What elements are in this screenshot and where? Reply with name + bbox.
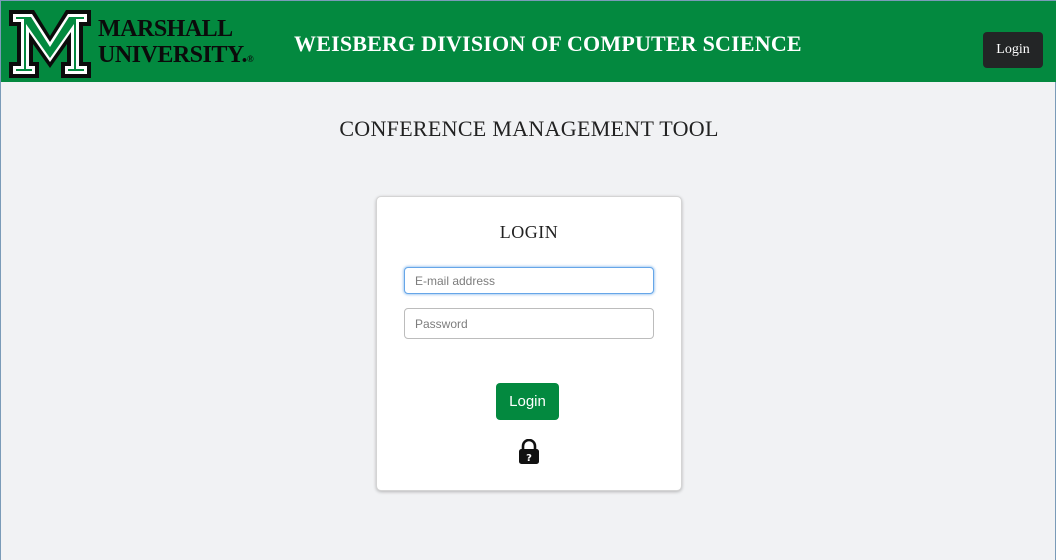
page-title: CONFERENCE MANAGEMENT TOOL: [339, 116, 719, 141]
lock-question-icon[interactable]: ?: [518, 438, 540, 465]
login-card-title: LOGIN: [499, 222, 559, 242]
login-submit-button[interactable]: Login: [496, 383, 559, 420]
svg-text:?: ?: [526, 453, 532, 464]
email-field[interactable]: [404, 267, 654, 294]
header-login-button[interactable]: Login: [983, 32, 1043, 68]
header-bar: MARSHALL UNIVERSITY.® WEISBERG DIVISION …: [1, 0, 1056, 82]
marshall-logo: MARSHALL UNIVERSITY.®: [9, 10, 254, 78]
registered-mark: ®: [247, 54, 254, 64]
m-logo-icon: [9, 10, 91, 78]
department-title: WEISBERG DIVISION OF COMPUTER SCIENCE: [294, 31, 802, 56]
logo-wordmark: MARSHALL UNIVERSITY.®: [98, 16, 254, 72]
password-field[interactable]: [404, 308, 654, 339]
logo-line-1: MARSHALL: [98, 16, 233, 42]
logo-line-2: UNIVERSITY.: [98, 42, 248, 68]
login-card: LOGIN Login ?: [376, 196, 682, 491]
